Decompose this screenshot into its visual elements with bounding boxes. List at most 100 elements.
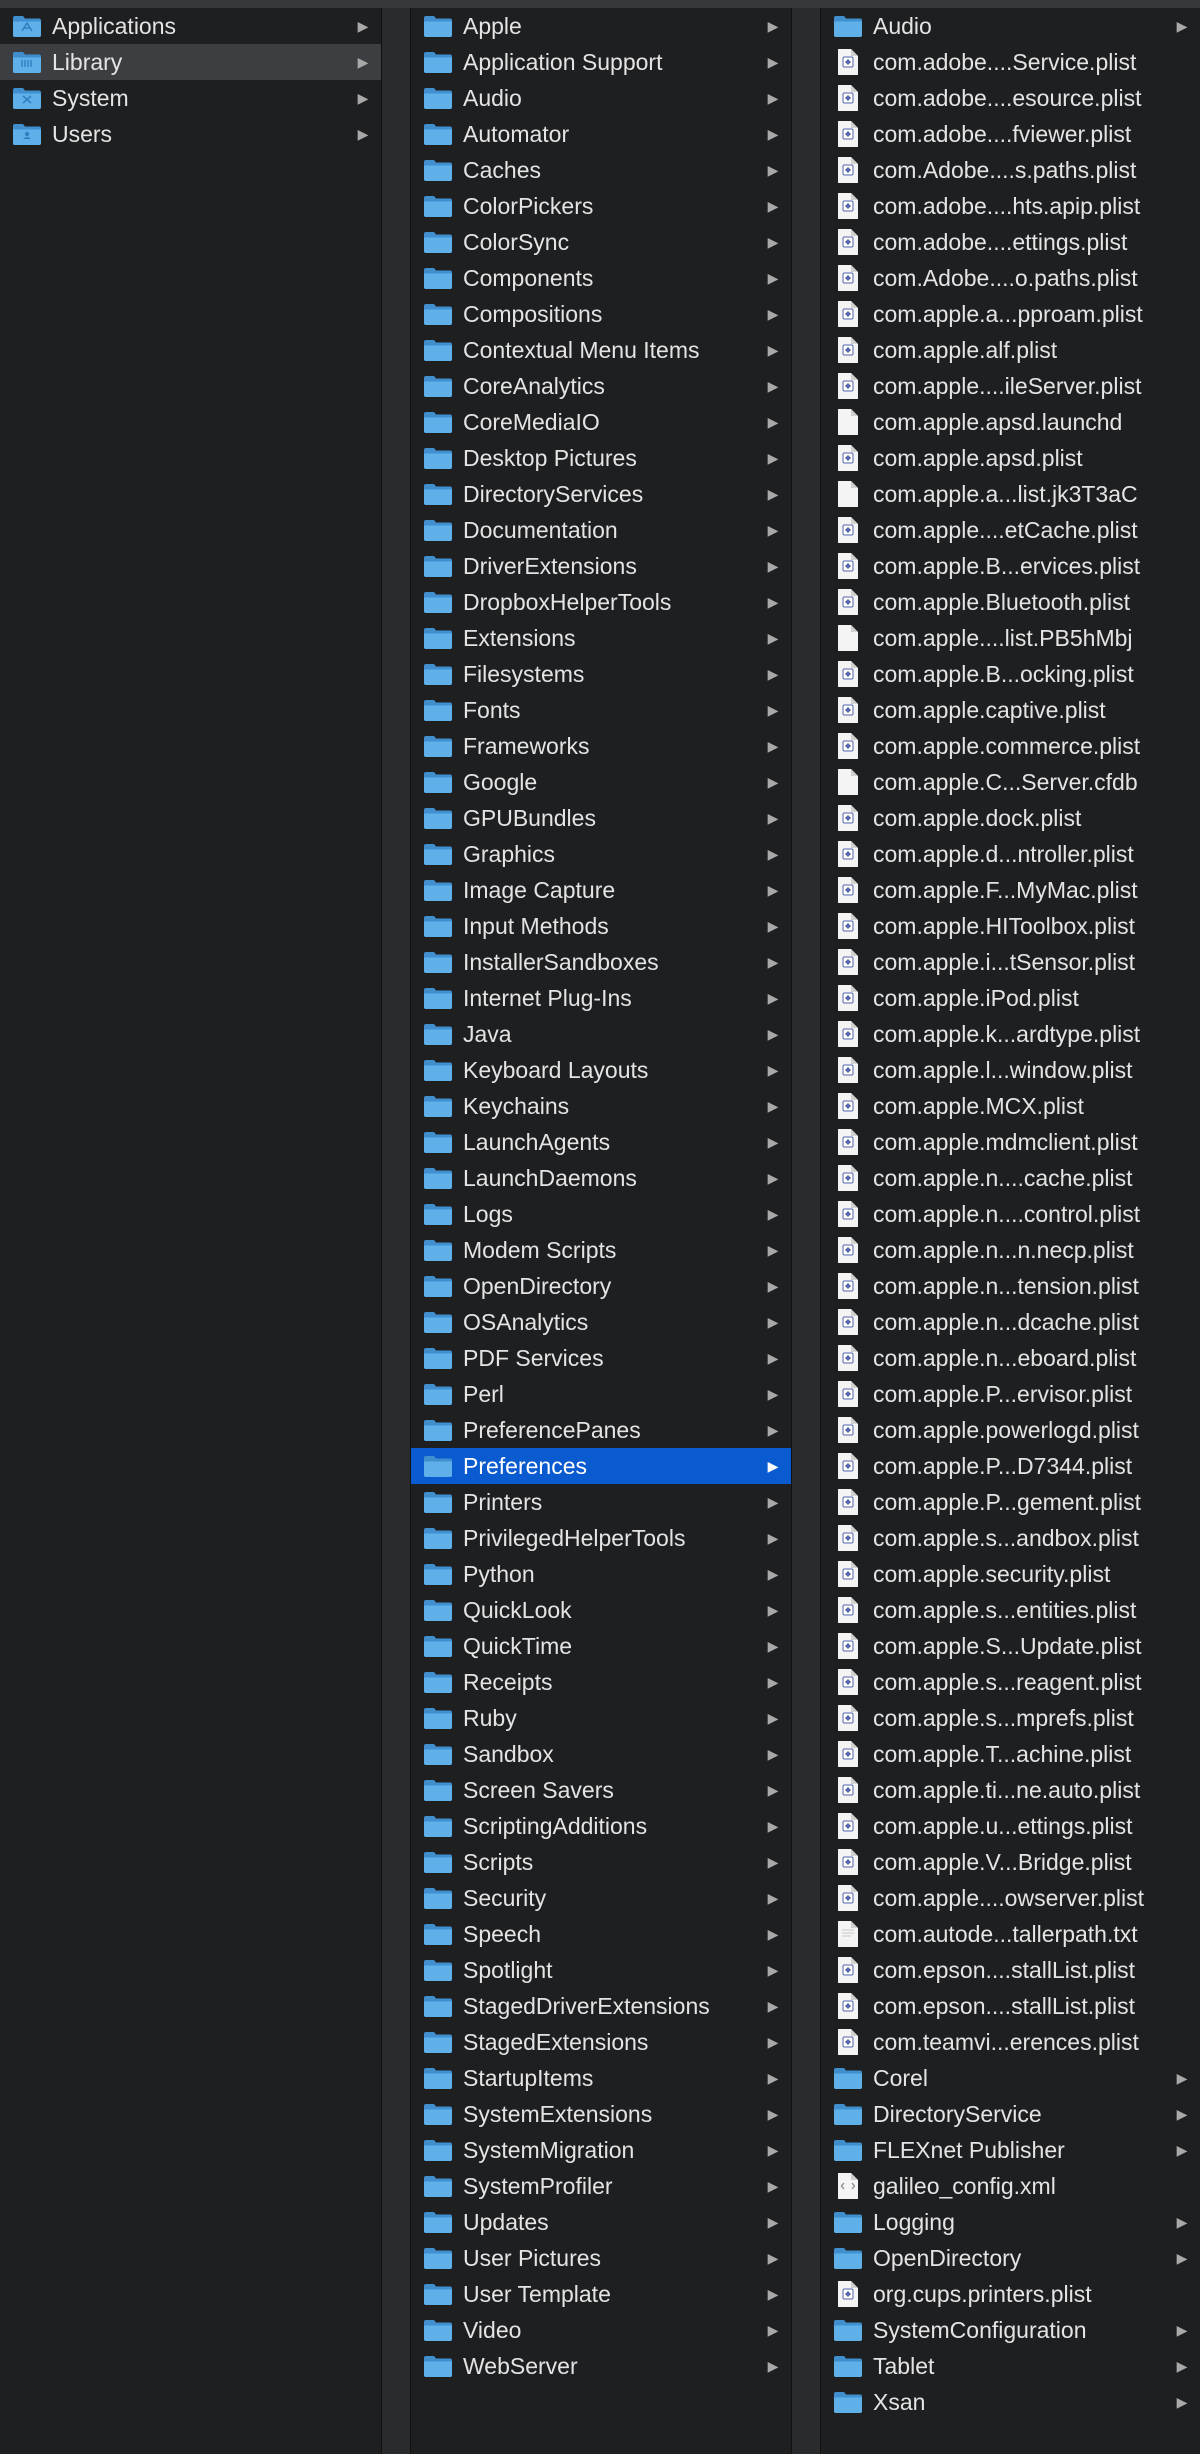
file-item-com-apple-s-reagent-plist[interactable]: com.apple.s...reagent.plist xyxy=(821,1664,1200,1700)
folder-item-systemmigration[interactable]: SystemMigration ▶ xyxy=(411,2132,791,2168)
file-item-com-apple-t-achine-plist[interactable]: com.apple.T...achine.plist xyxy=(821,1736,1200,1772)
folder-item-user-template[interactable]: User Template ▶ xyxy=(411,2276,791,2312)
file-item-org-cups-printers-plist[interactable]: org.cups.printers.plist xyxy=(821,2276,1200,2312)
folder-item-directoryservices[interactable]: DirectoryServices ▶ xyxy=(411,476,791,512)
folder-item-security[interactable]: Security ▶ xyxy=(411,1880,791,1916)
folder-item-stageddriverextensions[interactable]: StagedDriverExtensions ▶ xyxy=(411,1988,791,2024)
file-item-com-apple-l-window-plist[interactable]: com.apple.l...window.plist xyxy=(821,1052,1200,1088)
folder-item-systemprofiler[interactable]: SystemProfiler ▶ xyxy=(411,2168,791,2204)
file-item-com-apple-s-mprefs-plist[interactable]: com.apple.s...mprefs.plist xyxy=(821,1700,1200,1736)
folder-item-updates[interactable]: Updates ▶ xyxy=(411,2204,791,2240)
file-item-com-apple-apsd-launchd[interactable]: com.apple.apsd.launchd xyxy=(821,404,1200,440)
folder-item-launchagents[interactable]: LaunchAgents ▶ xyxy=(411,1124,791,1160)
file-item-com-apple-s-entities-plist[interactable]: com.apple.s...entities.plist xyxy=(821,1592,1200,1628)
file-item-com-apple-n-eboard-plist[interactable]: com.apple.n...eboard.plist xyxy=(821,1340,1200,1376)
file-item-com-apple-i-tsensor-plist[interactable]: com.apple.i...tSensor.plist xyxy=(821,944,1200,980)
folder-item-contextual-menu-items[interactable]: Contextual Menu Items ▶ xyxy=(411,332,791,368)
file-item-com-apple-p-gement-plist[interactable]: com.apple.P...gement.plist xyxy=(821,1484,1200,1520)
folder-item-perl[interactable]: Perl ▶ xyxy=(411,1376,791,1412)
file-item-com-apple-ipod-plist[interactable]: com.apple.iPod.plist xyxy=(821,980,1200,1016)
folder-item-documentation[interactable]: Documentation ▶ xyxy=(411,512,791,548)
folder-item-scripts[interactable]: Scripts ▶ xyxy=(411,1844,791,1880)
file-item-com-apple-security-plist[interactable]: com.apple.security.plist xyxy=(821,1556,1200,1592)
folder-item-user-pictures[interactable]: User Pictures ▶ xyxy=(411,2240,791,2276)
folder-item-startupitems[interactable]: StartupItems ▶ xyxy=(411,2060,791,2096)
file-item-com-apple-n-dcache-plist[interactable]: com.apple.n...dcache.plist xyxy=(821,1304,1200,1340)
file-item-com-apple-mcx-plist[interactable]: com.apple.MCX.plist xyxy=(821,1088,1200,1124)
file-item-com-adobe-s-paths-plist[interactable]: com.Adobe....s.paths.plist xyxy=(821,152,1200,188)
folder-item-tablet[interactable]: Tablet ▶ xyxy=(821,2348,1200,2384)
file-item-com-apple-n-control-plist[interactable]: com.apple.n....control.plist xyxy=(821,1196,1200,1232)
folder-item-spotlight[interactable]: Spotlight ▶ xyxy=(411,1952,791,1988)
file-item-com-apple-b-ocking-plist[interactable]: com.apple.B...ocking.plist xyxy=(821,656,1200,692)
file-item-com-epson-stalllist-plist[interactable]: com.epson....stallList.plist xyxy=(821,1952,1200,1988)
folder-item-webserver[interactable]: WebServer ▶ xyxy=(411,2348,791,2384)
folder-item-coreanalytics[interactable]: CoreAnalytics ▶ xyxy=(411,368,791,404)
folder-item-xsan[interactable]: Xsan ▶ xyxy=(821,2384,1200,2420)
folder-item-desktop-pictures[interactable]: Desktop Pictures ▶ xyxy=(411,440,791,476)
column-resize-divider[interactable] xyxy=(381,8,411,2454)
folder-item-apple[interactable]: Apple ▶ xyxy=(411,8,791,44)
folder-item-extensions[interactable]: Extensions ▶ xyxy=(411,620,791,656)
file-item-com-adobe-hts-apip-plist[interactable]: com.adobe....hts.apip.plist xyxy=(821,188,1200,224)
file-item-com-apple-a-list-jk3t3ac[interactable]: com.apple.a...list.jk3T3aC xyxy=(821,476,1200,512)
file-item-com-apple-ileserver-plist[interactable]: com.apple....ileServer.plist xyxy=(821,368,1200,404)
folder-item-stagedextensions[interactable]: StagedExtensions ▶ xyxy=(411,2024,791,2060)
folder-item-preferencepanes[interactable]: PreferencePanes ▶ xyxy=(411,1412,791,1448)
file-item-com-apple-commerce-plist[interactable]: com.apple.commerce.plist xyxy=(821,728,1200,764)
folder-item-quicklook[interactable]: QuickLook ▶ xyxy=(411,1592,791,1628)
file-item-com-apple-dock-plist[interactable]: com.apple.dock.plist xyxy=(821,800,1200,836)
file-item-com-apple-v-bridge-plist[interactable]: com.apple.V...Bridge.plist xyxy=(821,1844,1200,1880)
folder-item-colorsync[interactable]: ColorSync ▶ xyxy=(411,224,791,260)
folder-item-keychains[interactable]: Keychains ▶ xyxy=(411,1088,791,1124)
folder-item-gpubundles[interactable]: GPUBundles ▶ xyxy=(411,800,791,836)
file-item-com-apple-powerlogd-plist[interactable]: com.apple.powerlogd.plist xyxy=(821,1412,1200,1448)
file-item-com-apple-k-ardtype-plist[interactable]: com.apple.k...ardtype.plist xyxy=(821,1016,1200,1052)
folder-item-screen-savers[interactable]: Screen Savers ▶ xyxy=(411,1772,791,1808)
file-item-com-adobe-service-plist[interactable]: com.adobe....Service.plist xyxy=(821,44,1200,80)
folder-item-graphics[interactable]: Graphics ▶ xyxy=(411,836,791,872)
file-item-com-apple-p-ervisor-plist[interactable]: com.apple.P...ervisor.plist xyxy=(821,1376,1200,1412)
folder-item-logs[interactable]: Logs ▶ xyxy=(411,1196,791,1232)
folder-item-launchdaemons[interactable]: LaunchDaemons ▶ xyxy=(411,1160,791,1196)
file-item-com-apple-n-cache-plist[interactable]: com.apple.n....cache.plist xyxy=(821,1160,1200,1196)
folder-item-osanalytics[interactable]: OSAnalytics ▶ xyxy=(411,1304,791,1340)
file-item-com-apple-n-tension-plist[interactable]: com.apple.n...tension.plist xyxy=(821,1268,1200,1304)
file-item-com-apple-a-pproam-plist[interactable]: com.apple.a...pproam.plist xyxy=(821,296,1200,332)
file-item-com-teamvi-erences-plist[interactable]: com.teamvi...erences.plist xyxy=(821,2024,1200,2060)
file-item-com-apple-f-mymac-plist[interactable]: com.apple.F...MyMac.plist xyxy=(821,872,1200,908)
folder-item-logging[interactable]: Logging ▶ xyxy=(821,2204,1200,2240)
folder-item-internet-plug-ins[interactable]: Internet Plug-Ins ▶ xyxy=(411,980,791,1016)
file-item-com-apple-ti-ne-auto-plist[interactable]: com.apple.ti...ne.auto.plist xyxy=(821,1772,1200,1808)
folder-item-application-support[interactable]: Application Support ▶ xyxy=(411,44,791,80)
column-resize-divider[interactable] xyxy=(791,8,821,2454)
folder-item-video[interactable]: Video ▶ xyxy=(411,2312,791,2348)
file-item-com-apple-d-ntroller-plist[interactable]: com.apple.d...ntroller.plist xyxy=(821,836,1200,872)
folder-item-system[interactable]: System ▶ xyxy=(0,80,381,116)
folder-item-systemextensions[interactable]: SystemExtensions ▶ xyxy=(411,2096,791,2132)
folder-item-frameworks[interactable]: Frameworks ▶ xyxy=(411,728,791,764)
folder-item-components[interactable]: Components ▶ xyxy=(411,260,791,296)
folder-item-input-methods[interactable]: Input Methods ▶ xyxy=(411,908,791,944)
file-item-com-apple-u-ettings-plist[interactable]: com.apple.u...ettings.plist xyxy=(821,1808,1200,1844)
folder-item-coremediaio[interactable]: CoreMediaIO ▶ xyxy=(411,404,791,440)
file-item-com-apple-apsd-plist[interactable]: com.apple.apsd.plist xyxy=(821,440,1200,476)
file-item-com-apple-p-d7344-plist[interactable]: com.apple.P...D7344.plist xyxy=(821,1448,1200,1484)
file-item-com-apple-hitoolbox-plist[interactable]: com.apple.HIToolbox.plist xyxy=(821,908,1200,944)
file-item-com-apple-alf-plist[interactable]: com.apple.alf.plist xyxy=(821,332,1200,368)
file-item-com-adobe-fviewer-plist[interactable]: com.adobe....fviewer.plist xyxy=(821,116,1200,152)
folder-item-systemconfiguration[interactable]: SystemConfiguration ▶ xyxy=(821,2312,1200,2348)
folder-item-users[interactable]: Users ▶ xyxy=(0,116,381,152)
file-item-com-autode-tallerpath-txt[interactable]: com.autode...tallerpath.txt xyxy=(821,1916,1200,1952)
file-item-com-apple-bluetooth-plist[interactable]: com.apple.Bluetooth.plist xyxy=(821,584,1200,620)
file-item-com-apple-s-andbox-plist[interactable]: com.apple.s...andbox.plist xyxy=(821,1520,1200,1556)
folder-item-installersandboxes[interactable]: InstallerSandboxes ▶ xyxy=(411,944,791,980)
file-item-com-apple-c-server-cfdb[interactable]: com.apple.C...Server.cfdb xyxy=(821,764,1200,800)
file-item-galileo-config-xml[interactable]: galileo_config.xml xyxy=(821,2168,1200,2204)
file-item-com-apple-mdmclient-plist[interactable]: com.apple.mdmclient.plist xyxy=(821,1124,1200,1160)
folder-item-keyboard-layouts[interactable]: Keyboard Layouts ▶ xyxy=(411,1052,791,1088)
file-item-com-epson-stalllist-plist[interactable]: com.epson....stallList.plist xyxy=(821,1988,1200,2024)
folder-item-preferences[interactable]: Preferences ▶ xyxy=(411,1448,791,1484)
folder-item-audio[interactable]: Audio ▶ xyxy=(411,80,791,116)
folder-item-receipts[interactable]: Receipts ▶ xyxy=(411,1664,791,1700)
